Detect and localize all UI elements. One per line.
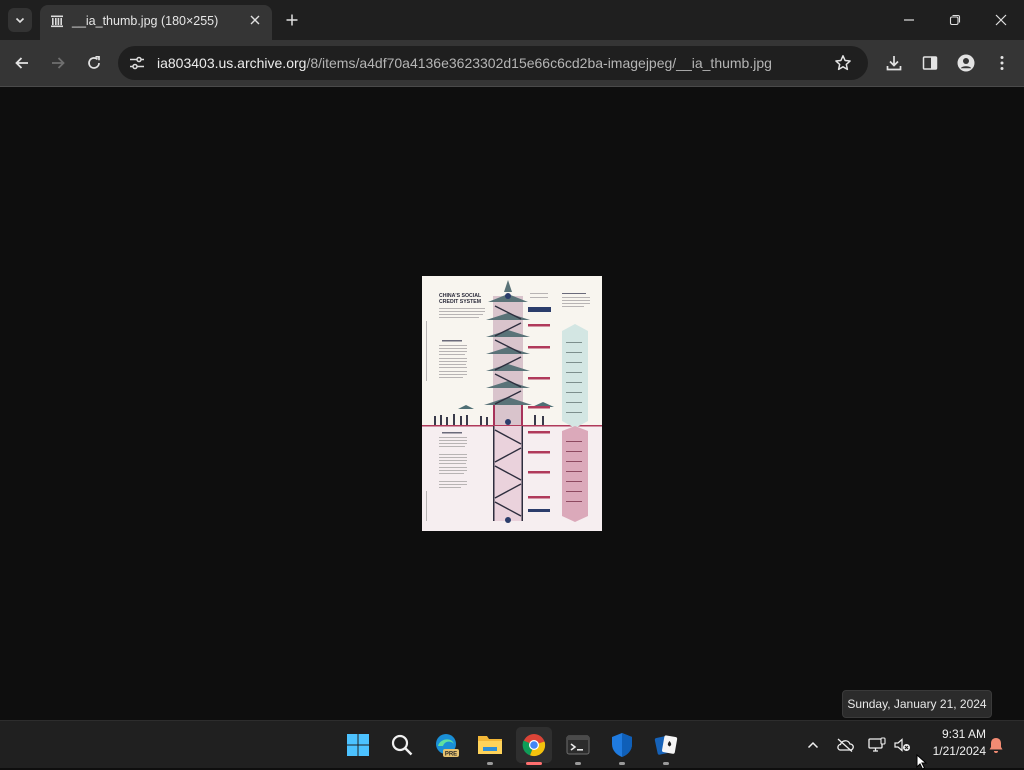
running-indicator <box>487 762 493 765</box>
solitaire-icon <box>654 735 678 755</box>
downloads-button[interactable] <box>882 51 906 75</box>
profile-button[interactable] <box>954 51 978 75</box>
plus-icon <box>286 14 298 26</box>
edge-beta-icon: PRE <box>436 734 459 758</box>
running-indicator <box>575 762 581 765</box>
solitaire-button[interactable] <box>648 727 684 765</box>
restore-icon <box>949 14 961 26</box>
clock-date: 1/21/2024 <box>932 744 986 758</box>
speaker-muted-icon <box>894 738 910 752</box>
infographic-image: CHINA'S SOCIAL CREDIT SYSTEM <box>422 276 602 531</box>
bookmark-star-icon[interactable] <box>834 54 852 72</box>
defender-button[interactable] <box>604 727 640 765</box>
close-window-button[interactable] <box>989 8 1013 32</box>
file-explorer-button[interactable] <box>472 727 508 765</box>
notifications-button[interactable] <box>986 735 1006 755</box>
search-button[interactable] <box>384 727 420 763</box>
arrow-right-icon <box>52 57 65 69</box>
tab-close-button[interactable] <box>247 12 263 28</box>
more-vertical-icon <box>1000 56 1004 70</box>
file-explorer-icon <box>478 736 502 754</box>
displayed-image[interactable]: CHINA'S SOCIAL CREDIT SYSTEM <box>422 276 602 531</box>
back-button[interactable] <box>10 51 34 75</box>
url-path: /8/items/a4df70a4136e3623302d15e66c6cd2b… <box>306 55 772 71</box>
search-icon <box>391 734 413 756</box>
close-icon <box>995 14 1007 26</box>
start-button[interactable] <box>340 727 376 763</box>
arrow-left-icon <box>15 57 28 69</box>
edge-badge-label: PRE <box>445 752 457 758</box>
download-icon <box>886 56 902 71</box>
system-clock[interactable]: 9:31 AM 1/21/2024 <box>918 726 986 760</box>
bell-icon <box>989 737 1003 753</box>
reload-button[interactable] <box>82 51 106 75</box>
tab-search-button[interactable] <box>8 8 32 32</box>
onedrive-offline-icon <box>837 738 854 752</box>
chrome-icon <box>522 734 546 757</box>
side-panel-icon <box>922 56 938 70</box>
minimize-button[interactable] <box>897 8 921 32</box>
close-icon <box>250 15 260 25</box>
page-viewport: CHINA'S SOCIAL CREDIT SYSTEM <box>0 87 1024 720</box>
clock-time: 9:31 AM <box>941 727 986 741</box>
terminal-button[interactable] <box>560 727 596 765</box>
minimize-icon <box>904 19 914 21</box>
archive-building-icon <box>51 15 63 28</box>
side-panel-button[interactable] <box>918 51 942 75</box>
active-tab[interactable]: __ia_thumb.jpg (180×255) <box>40 5 272 40</box>
browser-toolbar: ia803403.us.archive.org/8/items/a4df70a4… <box>0 40 1024 87</box>
onedrive-tray-button[interactable] <box>835 735 855 755</box>
image-heading-line-2: CREDIT SYSTEM <box>439 299 481 305</box>
reload-icon <box>88 55 100 69</box>
avatar-icon <box>957 54 975 72</box>
volume-tray-button[interactable] <box>892 735 912 755</box>
menu-button[interactable] <box>990 51 1014 75</box>
running-indicator <box>619 762 625 765</box>
running-indicator <box>663 762 669 765</box>
url-host: ia803403.us.archive.org <box>157 55 307 71</box>
date-tooltip: Sunday, January 21, 2024 <box>842 690 992 718</box>
network-tray-button[interactable] <box>867 735 887 755</box>
edge-beta-button[interactable]: PRE <box>428 727 464 763</box>
tab-strip: __ia_thumb.jpg (180×255) <box>0 0 1024 40</box>
active-indicator <box>526 762 542 765</box>
terminal-icon <box>566 735 590 755</box>
chrome-button[interactable] <box>516 727 552 765</box>
restore-button[interactable] <box>943 8 967 32</box>
start-icon <box>347 734 369 756</box>
tab-title: __ia_thumb.jpg (180×255) <box>72 14 219 28</box>
taskbar: PRE 9:31 AM 1/21/2024 <box>0 720 1024 768</box>
url-text[interactable]: ia803403.us.archive.org/8/items/a4df70a4… <box>157 55 772 71</box>
defender-icon <box>612 733 632 757</box>
chevron-up-icon <box>807 741 819 749</box>
site-settings-icon[interactable] <box>128 54 146 72</box>
address-bar[interactable]: ia803403.us.archive.org/8/items/a4df70a4… <box>118 46 868 80</box>
show-hidden-icons-button[interactable] <box>803 735 823 755</box>
forward-button[interactable] <box>46 51 70 75</box>
new-tab-button[interactable] <box>282 10 302 30</box>
chevron-down-icon <box>15 17 25 24</box>
network-icon <box>868 737 886 752</box>
